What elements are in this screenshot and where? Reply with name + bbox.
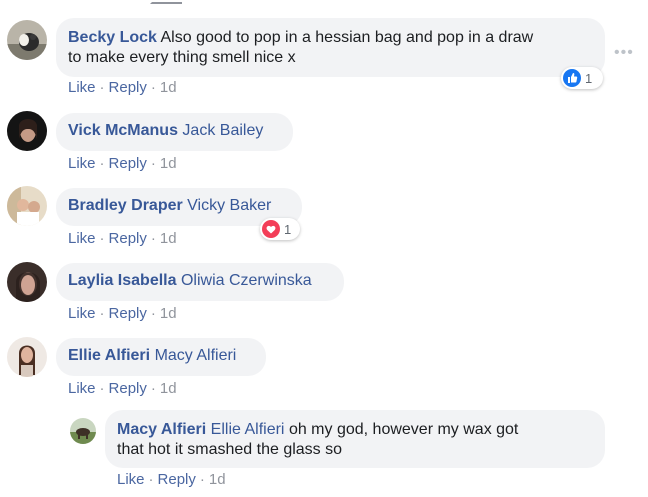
avatar-photo-icon	[7, 111, 47, 151]
like-button[interactable]: Like	[68, 380, 96, 397]
avatar-photo-icon	[7, 186, 47, 226]
separator: ·	[150, 380, 156, 397]
reply-button[interactable]: Reply	[109, 380, 147, 397]
like-button[interactable]: Like	[117, 471, 145, 488]
comment-text: Also good to pop in a hessian bag and po…	[160, 29, 534, 46]
comment-timestamp[interactable]: 1d	[160, 380, 177, 397]
avatar[interactable]	[7, 111, 47, 151]
comment-bubble: Ellie Alfieri Macy Alfieri	[56, 338, 266, 376]
more-options-icon[interactable]: •••	[614, 44, 634, 62]
separator: ·	[148, 471, 154, 488]
reply-button[interactable]: Reply	[109, 79, 147, 96]
comment-timestamp[interactable]: 1d	[160, 79, 177, 96]
comment-timestamp[interactable]: 1d	[160, 230, 177, 247]
mentioned-user[interactable]: Oliwia Czerwinska	[181, 272, 312, 289]
comment-actions: Like · Reply · 1d	[117, 471, 226, 488]
avatar-photo-icon	[7, 20, 47, 60]
previous-comment-fragment	[150, 0, 182, 4]
comment-author[interactable]: Laylia Isabella	[68, 272, 177, 289]
avatar[interactable]	[70, 418, 96, 444]
reaction-count: 1	[585, 70, 593, 86]
mentioned-user[interactable]: Macy Alfieri	[155, 347, 237, 364]
mentioned-user[interactable]: Ellie Alfieri	[211, 421, 285, 438]
comment-author[interactable]: Bradley Draper	[68, 197, 183, 214]
comment-actions: Like · Reply · 1d	[68, 230, 177, 247]
comment-bubble: Becky Lock Also good to pop in a hessian…	[56, 18, 605, 77]
mentioned-user[interactable]: Jack Bailey	[182, 122, 263, 139]
comment-text-continued: to make every thing smell nice x	[68, 49, 296, 66]
comment-author[interactable]: Becky Lock	[68, 29, 157, 46]
reaction-summary[interactable]: 1	[561, 67, 603, 89]
separator: ·	[99, 79, 105, 96]
separator: ·	[199, 471, 205, 488]
separator: ·	[150, 230, 156, 247]
comment-timestamp[interactable]: 1d	[209, 471, 226, 488]
comment-author[interactable]: Macy Alfieri	[117, 421, 206, 438]
like-button[interactable]: Like	[68, 155, 96, 172]
love-icon	[262, 220, 280, 238]
comment-actions: Like · Reply · 1d	[68, 79, 177, 96]
separator: ·	[150, 79, 156, 96]
avatar[interactable]	[7, 262, 47, 302]
comment-author[interactable]: Vick McManus	[68, 122, 178, 139]
comment-bubble: Laylia Isabella Oliwia Czerwinska	[56, 263, 344, 301]
separator: ·	[150, 155, 156, 172]
comment-bubble: Macy Alfieri Ellie Alfieri oh my god, ho…	[105, 410, 605, 468]
comment-timestamp[interactable]: 1d	[160, 305, 177, 322]
comment-actions: Like · Reply · 1d	[68, 305, 177, 322]
reaction-count: 1	[284, 221, 292, 237]
reply-button[interactable]: Reply	[158, 471, 196, 488]
reply-button[interactable]: Reply	[109, 230, 147, 247]
like-button[interactable]: Like	[68, 79, 96, 96]
separator: ·	[99, 155, 105, 172]
separator: ·	[150, 305, 156, 322]
separator: ·	[99, 230, 105, 247]
comment-text-continued: that hot it smashed the glass so	[117, 441, 343, 458]
comment-text: oh my god, however my wax got	[288, 421, 519, 438]
reply-button[interactable]: Reply	[109, 305, 147, 322]
avatar-photo-icon	[70, 418, 96, 444]
like-button[interactable]: Like	[68, 305, 96, 322]
comment-actions: Like · Reply · 1d	[68, 155, 177, 172]
reply-button[interactable]: Reply	[109, 155, 147, 172]
comment-author[interactable]: Ellie Alfieri	[68, 347, 150, 364]
separator: ·	[99, 380, 105, 397]
mentioned-user[interactable]: Vicky Baker	[187, 197, 271, 214]
comment-bubble: Vick McManus Jack Bailey	[56, 113, 293, 151]
comment-timestamp[interactable]: 1d	[160, 155, 177, 172]
reaction-summary[interactable]: 1	[260, 218, 300, 240]
avatar[interactable]	[7, 186, 47, 226]
avatar[interactable]	[7, 20, 47, 60]
separator: ·	[99, 305, 105, 322]
avatar-photo-icon	[7, 262, 47, 302]
like-button[interactable]: Like	[68, 230, 96, 247]
avatar[interactable]	[7, 337, 47, 377]
avatar-photo-icon	[7, 337, 47, 377]
like-icon	[563, 69, 581, 87]
comment-actions: Like · Reply · 1d	[68, 380, 177, 397]
